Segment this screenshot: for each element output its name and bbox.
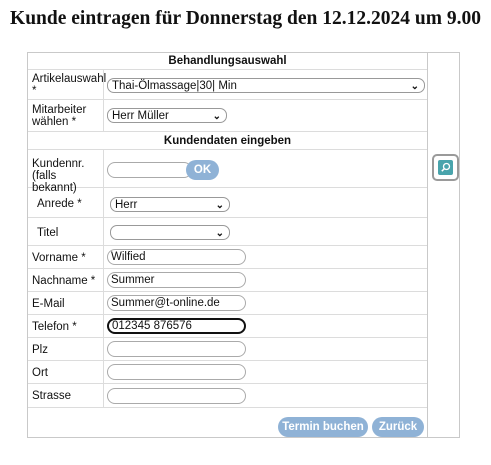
zip-row: Plz xyxy=(28,338,427,361)
salutation-label: Anrede * xyxy=(37,198,82,210)
chevron-down-icon: ⌄ xyxy=(410,81,419,92)
salutation-select[interactable]: Herr ⌄ xyxy=(110,197,230,212)
salutation-row: Anrede * Herr ⌄ xyxy=(28,188,427,218)
section-customer-heading: Kundendaten eingeben xyxy=(28,132,427,150)
email-input[interactable]: Summer@t-online.de xyxy=(107,295,246,311)
salutation-select-value: Herr xyxy=(115,199,138,211)
city-row: Ort xyxy=(28,361,427,384)
customer-no-row: Kundennr. (falls bekannt) OK xyxy=(28,150,427,194)
search-button[interactable] xyxy=(432,154,459,181)
employee-row: Mitarbeiter wählen * Herr Müller ⌄ xyxy=(28,100,427,132)
page-title: Kunde eintragen für Donnerstag den 12.12… xyxy=(10,8,481,29)
book-appointment-button[interactable]: Termin buchen xyxy=(278,417,368,437)
article-select-value: Thai-Ölmassage|30| Min xyxy=(112,80,237,92)
title-row: Titel ⌄ xyxy=(28,218,427,246)
title-label: Titel xyxy=(37,227,59,239)
article-row: Artikelauswahl * Thai-Ölmassage|30| Min … xyxy=(28,70,427,100)
chevron-down-icon: ⌄ xyxy=(212,111,221,122)
chevron-down-icon: ⌄ xyxy=(215,200,224,211)
zip-input[interactable] xyxy=(107,341,246,357)
employee-label: Mitarbeiter wählen * xyxy=(32,104,87,128)
city-label: Ort xyxy=(32,367,48,379)
ok-button[interactable]: OK xyxy=(186,160,219,180)
customer-no-input[interactable] xyxy=(107,162,192,178)
email-row: E-Mail Summer@t-online.de xyxy=(28,292,427,315)
street-input[interactable] xyxy=(107,388,246,404)
chevron-down-icon: ⌄ xyxy=(215,228,224,239)
title-select[interactable]: ⌄ xyxy=(110,225,230,240)
firstname-input[interactable]: Wilfied xyxy=(107,249,246,265)
email-label: E-Mail xyxy=(32,298,65,310)
phone-label: Telefon * xyxy=(32,321,77,333)
lastname-input[interactable]: Summer xyxy=(107,272,246,288)
employee-select[interactable]: Herr Müller ⌄ xyxy=(107,108,227,123)
city-input[interactable] xyxy=(107,364,246,380)
appointment-form: Behandlungsauswahl Artikelauswahl * Thai… xyxy=(27,52,428,438)
side-column xyxy=(427,52,460,438)
street-row: Strasse xyxy=(28,384,427,408)
back-button[interactable]: Zurück xyxy=(372,417,424,437)
firstname-row: Vorname * Wilfied xyxy=(28,246,427,269)
lastname-label: Nachname * xyxy=(32,275,96,287)
employee-select-value: Herr Müller xyxy=(112,110,169,122)
phone-row: Telefon * 012345 876576 xyxy=(28,315,427,338)
street-label: Strasse xyxy=(32,390,71,402)
section-treatment-heading: Behandlungsauswahl xyxy=(28,53,427,70)
lastname-row: Nachname * Summer xyxy=(28,269,427,292)
search-icon xyxy=(438,160,453,175)
article-select[interactable]: Thai-Ölmassage|30| Min ⌄ xyxy=(107,78,425,93)
article-label: Artikelauswahl * xyxy=(32,73,107,97)
phone-input[interactable]: 012345 876576 xyxy=(107,318,246,334)
firstname-label: Vorname * xyxy=(32,252,86,264)
zip-label: Plz xyxy=(32,344,48,356)
